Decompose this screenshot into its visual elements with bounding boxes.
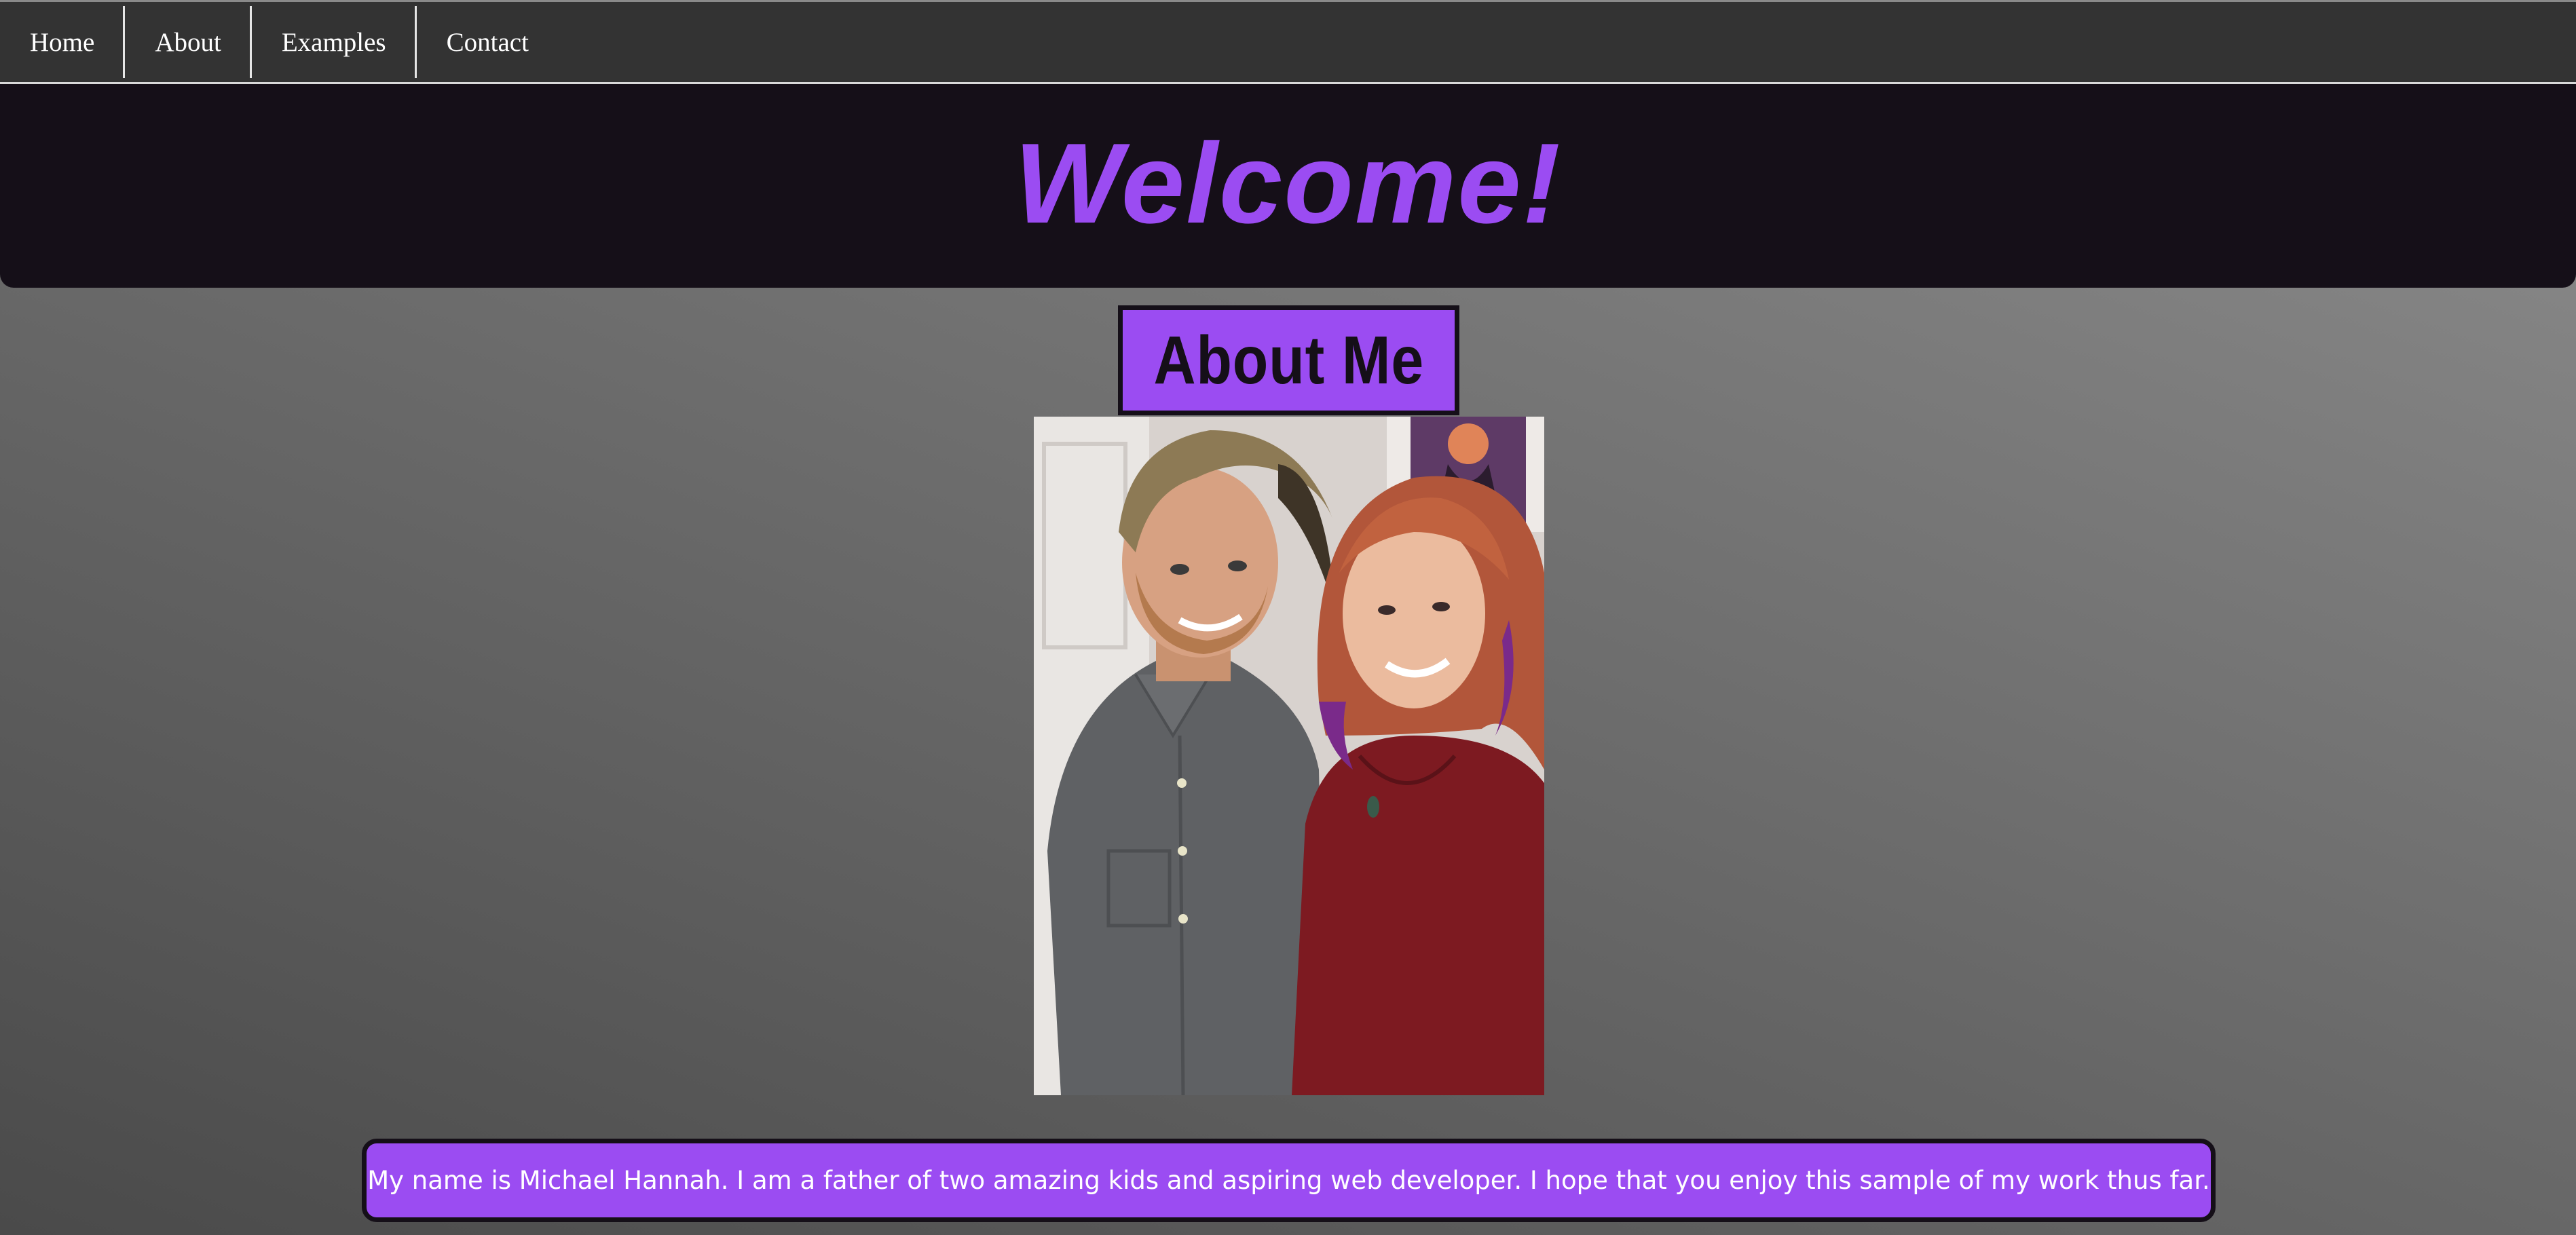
bio-text: My name is Michael Hannah. I am a father… xyxy=(367,1166,2210,1195)
profile-photo xyxy=(1034,417,1544,1095)
nav-link-examples[interactable]: Examples xyxy=(252,6,417,78)
about-heading: About Me xyxy=(1153,322,1424,398)
bio-box: My name is Michael Hannah. I am a father… xyxy=(362,1139,2216,1222)
nav-link-contact[interactable]: Contact xyxy=(417,6,557,78)
page-title: Welcome! xyxy=(1014,119,1562,247)
top-navbar: Home About Examples Contact xyxy=(0,0,2576,84)
nav-list: Home About Examples Contact xyxy=(0,2,2576,82)
nav-link-home[interactable]: Home xyxy=(0,6,126,78)
about-heading-box: About Me xyxy=(1118,305,1459,415)
nav-link-about[interactable]: About xyxy=(125,6,252,78)
header-banner: Welcome! xyxy=(0,84,2576,288)
